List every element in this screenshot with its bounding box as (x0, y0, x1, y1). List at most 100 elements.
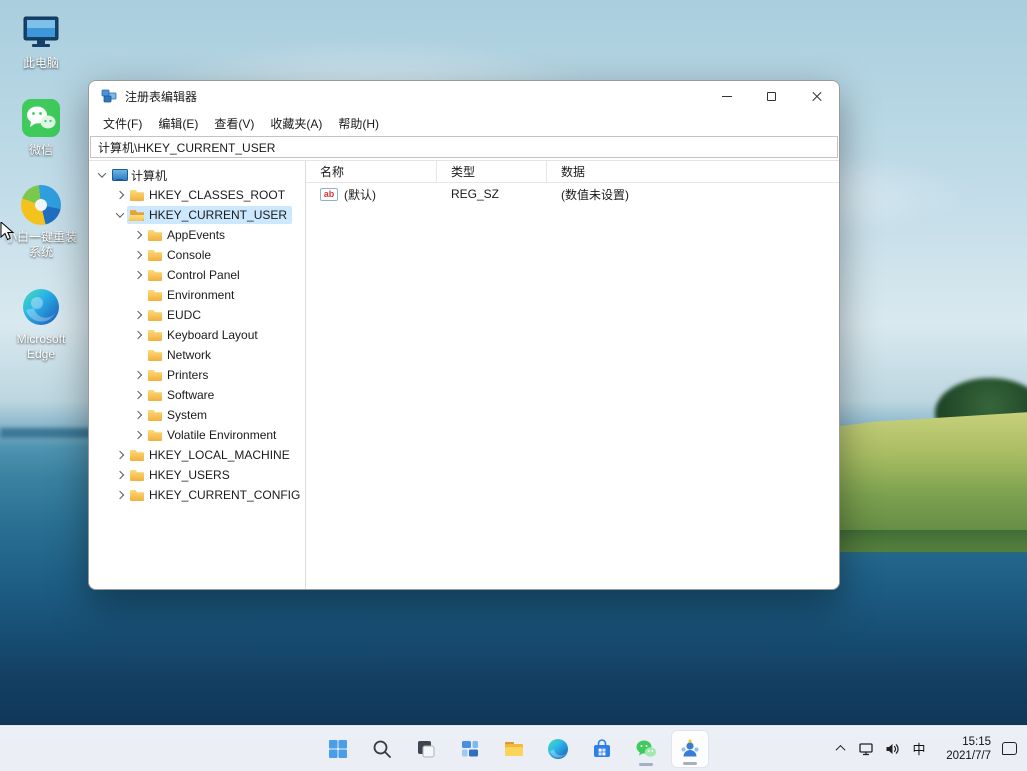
minimize-button[interactable] (704, 81, 749, 111)
wecom-taskbar-button[interactable] (671, 730, 709, 768)
chevron-right-icon[interactable] (113, 188, 127, 202)
tree-item-console[interactable]: Console (89, 245, 305, 265)
tree-item-volatile-environment[interactable]: Volatile Environment (89, 425, 305, 445)
notification-center-button[interactable] (995, 729, 1023, 769)
chevron-down-icon[interactable] (113, 208, 127, 222)
column-header-name[interactable]: 名称 (306, 161, 437, 182)
edge-button[interactable] (539, 730, 577, 768)
window-controls (704, 81, 839, 111)
maximize-button[interactable] (749, 81, 794, 111)
mouse-cursor (0, 222, 16, 247)
maximize-icon (767, 92, 776, 101)
tree-item-eudc[interactable]: EUDC (89, 305, 305, 325)
value-name: (默认) (344, 186, 376, 203)
minimize-icon (722, 96, 732, 97)
menu-favorites[interactable]: 收藏夹(A) (262, 112, 330, 135)
menu-file[interactable]: 文件(F) (95, 112, 150, 135)
volume-button[interactable] (879, 729, 905, 769)
taskbar-center-icons (319, 726, 709, 771)
desktop-icon-this-pc[interactable]: 此电脑 (4, 10, 78, 71)
chevron-right-icon[interactable] (131, 328, 145, 342)
wechat-taskbar-button[interactable] (627, 730, 665, 768)
folder-icon (147, 367, 164, 383)
column-header-type[interactable]: 类型 (437, 161, 547, 182)
chevron-right-icon[interactable] (131, 368, 145, 382)
title-bar[interactable]: 注册表编辑器 (89, 81, 839, 111)
menu-help[interactable]: 帮助(H) (330, 112, 387, 135)
file-explorer-button[interactable] (495, 730, 533, 768)
folder-icon (129, 447, 146, 463)
tree-item-hkey-classes-root[interactable]: HKEY_CLASSES_ROOT (89, 185, 305, 205)
tree-item-label: Control Panel (167, 268, 240, 282)
folder-icon (502, 737, 526, 761)
tree-item-network[interactable]: Network (89, 345, 305, 365)
tree-item-hkey-local-machine[interactable]: HKEY_LOCAL_MACHINE (89, 445, 305, 465)
tree-item-hkey-current-config[interactable]: HKEY_CURRENT_CONFIG (89, 485, 305, 505)
tree-item-label: HKEY_CLASSES_ROOT (149, 188, 285, 202)
window-body: 计算机 HKEY_CLASSES_ROOT HKEY_CURRENT_USER … (89, 161, 839, 589)
store-icon (590, 737, 614, 761)
desktop-icon-label: 微信 (29, 143, 53, 158)
tree-item-label: Volatile Environment (167, 428, 276, 442)
taskbar-clock[interactable]: 15:15 2021/7/7 (933, 735, 995, 763)
microsoft-store-button[interactable] (583, 730, 621, 768)
tree-item-hkey-users[interactable]: HKEY_USERS (89, 465, 305, 485)
tree-item-label: Environment (167, 288, 234, 302)
notification-icon (1002, 742, 1017, 755)
system-tray: 中 15:15 2021/7/7 (827, 726, 1023, 771)
tree-item-computer[interactable]: 计算机 (89, 165, 305, 185)
search-button[interactable] (363, 730, 401, 768)
tree-item-keyboard-layout[interactable]: Keyboard Layout (89, 325, 305, 345)
address-input[interactable]: 计算机\HKEY_CURRENT_USER (90, 136, 838, 158)
chevron-right-icon[interactable] (113, 448, 127, 462)
close-button[interactable] (794, 81, 839, 111)
menu-edit[interactable]: 编辑(E) (150, 112, 206, 135)
chevron-up-icon (835, 745, 845, 755)
tree-item-printers[interactable]: Printers (89, 365, 305, 385)
ime-button[interactable]: 中 (905, 729, 933, 769)
tree-item-control-panel[interactable]: Control Panel (89, 265, 305, 285)
tree-item-hkey-current-user[interactable]: HKEY_CURRENT_USER (89, 205, 305, 225)
registry-editor-window: 注册表编辑器 文件(F) 编辑(E) 查看(V) 收藏夹(A) 帮助(H) 计算… (88, 80, 840, 590)
tree-item-label: Keyboard Layout (167, 328, 258, 342)
value-row-default[interactable]: ab (默认) REG_SZ (数值未设置) (306, 183, 839, 205)
edge-icon (546, 737, 570, 761)
value-list: 名称 类型 数据 ab (默认) REG_SZ (数值未设置) (306, 161, 839, 589)
tree-item-environment[interactable]: Environment (89, 285, 305, 305)
tree-item-label: HKEY_CURRENT_CONFIG (149, 488, 300, 502)
desktop-icon-edge[interactable]: Microsoft Edge (4, 286, 78, 362)
desktop-icon-wechat[interactable]: 微信 (4, 97, 78, 158)
chevron-right-icon[interactable] (131, 388, 145, 402)
open-folder-icon (129, 207, 146, 223)
network-button[interactable] (853, 729, 879, 769)
widgets-button[interactable] (451, 730, 489, 768)
tree-item-system[interactable]: System (89, 405, 305, 425)
tree-item-appevents[interactable]: AppEvents (89, 225, 305, 245)
chevron-right-icon[interactable] (131, 428, 145, 442)
chevron-spacer (131, 288, 145, 302)
start-button[interactable] (319, 730, 357, 768)
tree-item-label: Console (167, 248, 211, 262)
menu-view[interactable]: 查看(V) (206, 112, 262, 135)
chevron-right-icon[interactable] (131, 408, 145, 422)
registry-tree: 计算机 HKEY_CLASSES_ROOT HKEY_CURRENT_USER … (89, 161, 306, 589)
tree-item-software[interactable]: Software (89, 385, 305, 405)
chevron-right-icon[interactable] (113, 488, 127, 502)
menu-bar: 文件(F) 编辑(E) 查看(V) 收藏夹(A) 帮助(H) (89, 111, 839, 135)
chevron-right-icon[interactable] (113, 468, 127, 482)
folder-icon (147, 247, 164, 263)
value-data: (数值未设置) (561, 186, 629, 203)
tree-item-label: AppEvents (167, 228, 225, 242)
chevron-right-icon[interactable] (131, 228, 145, 242)
tree-item-label: HKEY_CURRENT_USER (149, 208, 287, 222)
wechat-icon (20, 97, 62, 139)
folder-icon (129, 187, 146, 203)
task-view-button[interactable] (407, 730, 445, 768)
chevron-right-icon[interactable] (131, 248, 145, 262)
chevron-right-icon[interactable] (131, 308, 145, 322)
tray-overflow-button[interactable] (827, 729, 853, 769)
folder-icon (147, 347, 164, 363)
chevron-right-icon[interactable] (131, 268, 145, 282)
column-header-data[interactable]: 数据 (547, 161, 839, 182)
chevron-down-icon[interactable] (95, 168, 109, 182)
